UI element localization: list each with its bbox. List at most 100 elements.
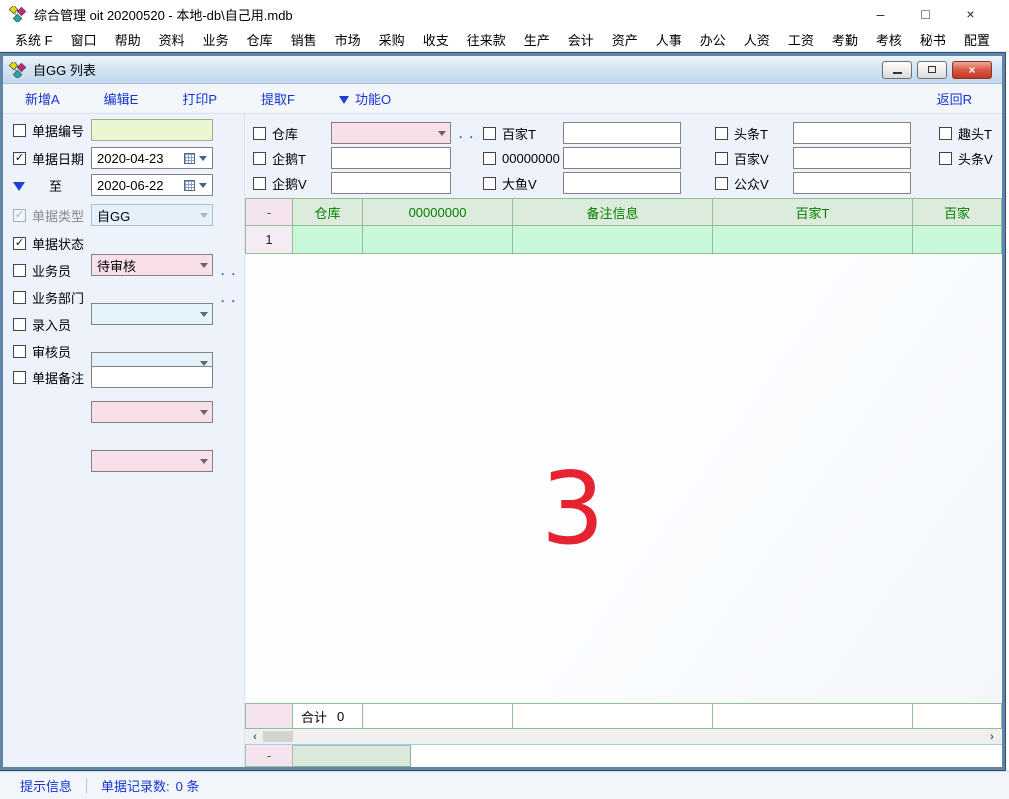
grid-header-remark[interactable]: 备注信息 <box>513 198 713 226</box>
secondary-grid-cell[interactable] <box>293 745 411 767</box>
qie-v-checkbox[interactable] <box>253 177 266 190</box>
calendar-icon[interactable] <box>184 153 195 164</box>
doc-number-checkbox[interactable] <box>13 124 26 137</box>
menu-item-assessment[interactable]: 考核 <box>867 27 911 52</box>
child-close-button[interactable]: × <box>952 61 992 79</box>
minimize-button[interactable]: – <box>858 6 903 22</box>
zeros-input[interactable] <box>563 147 681 169</box>
menu-item-sales[interactable]: 销售 <box>282 27 326 52</box>
grid-cell[interactable] <box>913 226 1002 254</box>
menu-item-attendance[interactable]: 考勤 <box>823 27 867 52</box>
menu-item-system[interactable]: 系统 F <box>6 27 62 52</box>
scroll-right-arrow[interactable]: › <box>984 729 1000 744</box>
menu-item-assets[interactable]: 资产 <box>603 27 647 52</box>
menu-item-warehouse[interactable]: 仓库 <box>238 27 282 52</box>
entry-clerk-combo[interactable] <box>91 401 213 423</box>
grid-header-warehouse[interactable]: 仓库 <box>293 198 363 226</box>
menu-item-market[interactable]: 市场 <box>326 27 370 52</box>
warehouse-lookup-button[interactable]: . . <box>459 127 475 141</box>
menu-item-accounts[interactable]: 往来款 <box>458 27 515 52</box>
qie-t-input[interactable] <box>331 147 451 169</box>
close-button[interactable]: × <box>948 6 993 22</box>
extract-button[interactable]: 提取F <box>261 89 295 108</box>
toutiao-v-checkbox[interactable] <box>939 152 952 165</box>
baijia-v-checkbox[interactable] <box>715 152 728 165</box>
baijia-t-input[interactable] <box>563 122 681 144</box>
child-minimize-button[interactable] <box>882 61 912 79</box>
auditor-checkbox[interactable] <box>13 345 26 358</box>
grid-row-number[interactable]: 1 <box>245 226 293 254</box>
menu-item-secretary[interactable]: 秘书 <box>911 27 955 52</box>
grid-header-zeros[interactable]: 00000000 <box>363 198 513 226</box>
doc-status-checkbox[interactable] <box>13 237 26 250</box>
grid-row[interactable]: 1 <box>245 226 1002 254</box>
grid-header-baijia-t[interactable]: 百家T <box>713 198 913 226</box>
grid-cell[interactable] <box>713 226 913 254</box>
menu-item-help[interactable]: 帮助 <box>106 27 150 52</box>
baijia-t-checkbox[interactable] <box>483 127 496 140</box>
menu-item-business[interactable]: 业务 <box>194 27 238 52</box>
entry-clerk-checkbox[interactable] <box>13 318 26 331</box>
footer-cell <box>363 703 513 729</box>
edit-button[interactable]: 编辑E <box>104 89 139 108</box>
dayu-v-input[interactable] <box>563 172 681 194</box>
doc-status-combo[interactable]: 待审核 <box>91 254 213 276</box>
qie-t-checkbox[interactable] <box>253 152 266 165</box>
function-menu-button[interactable]: 功能O <box>339 88 391 109</box>
menu-item-data[interactable]: 资料 <box>150 27 194 52</box>
scroll-left-arrow[interactable]: ‹ <box>247 729 263 744</box>
doc-date-to-input[interactable]: 2020-06-22 <box>91 174 213 196</box>
menu-item-hr2[interactable]: 人资 <box>735 27 779 52</box>
qutou-t-checkbox[interactable] <box>939 127 952 140</box>
menu-item-window[interactable]: 窗口 <box>62 27 106 52</box>
grid-cell[interactable] <box>293 226 363 254</box>
doc-date-checkbox[interactable] <box>13 152 26 165</box>
menu-item-hr[interactable]: 人事 <box>647 27 691 52</box>
gongzhong-v-input[interactable] <box>793 172 911 194</box>
menu-item-office[interactable]: 办公 <box>691 27 735 52</box>
dayu-v-checkbox[interactable] <box>483 177 496 190</box>
dropdown-arrow-icon[interactable] <box>199 183 207 192</box>
new-button[interactable]: 新增A <box>25 89 60 108</box>
department-lookup-button[interactable]: . . <box>221 291 237 305</box>
back-button[interactable]: 返回R <box>937 89 972 108</box>
grid-cell[interactable] <box>363 226 513 254</box>
menu-item-salary[interactable]: 工资 <box>779 27 823 52</box>
menu-item-config[interactable]: 配置 <box>955 27 999 52</box>
zeros-checkbox[interactable] <box>483 152 496 165</box>
warehouse-combo[interactable] <box>331 122 451 144</box>
dropdown-arrow-icon[interactable] <box>199 156 207 165</box>
toutiao-t-input[interactable] <box>793 122 911 144</box>
salesman-lookup-button[interactable]: . . <box>221 264 237 278</box>
menu-item-accounting[interactable]: 会计 <box>559 27 603 52</box>
warehouse-checkbox[interactable] <box>253 127 266 140</box>
doc-remark-input[interactable] <box>91 366 213 388</box>
baijia-v-input[interactable] <box>793 147 911 169</box>
horizontal-scrollbar[interactable]: ‹ › <box>245 729 1002 745</box>
department-checkbox[interactable] <box>13 291 26 304</box>
maximize-button[interactable]: □ <box>903 6 948 22</box>
child-restore-button[interactable] <box>917 61 947 79</box>
menu-item-payments[interactable]: 收支 <box>414 27 458 52</box>
grid-header-selector[interactable]: - <box>245 198 293 226</box>
secondary-grid-corner[interactable]: - <box>245 745 293 767</box>
calendar-icon[interactable] <box>184 180 195 191</box>
gongzhong-v-checkbox[interactable] <box>715 177 728 190</box>
salesman-combo[interactable] <box>91 303 213 325</box>
menu-item-purchase[interactable]: 采购 <box>370 27 414 52</box>
menu-item-production[interactable]: 生产 <box>515 27 559 52</box>
qie-v-input[interactable] <box>331 172 451 194</box>
print-button[interactable]: 打印P <box>182 89 217 108</box>
salesman-checkbox[interactable] <box>13 264 26 277</box>
doc-date-from-input[interactable]: 2020-04-23 <box>91 147 213 169</box>
grid-cell[interactable] <box>513 226 713 254</box>
toutiao-t-checkbox[interactable] <box>715 127 728 140</box>
grid-header-baijia[interactable]: 百家 <box>913 198 1002 226</box>
auditor-combo[interactable] <box>91 450 213 472</box>
doc-number-input[interactable] <box>91 119 213 141</box>
scrollbar-thumb[interactable] <box>263 731 293 742</box>
record-count-label: 单据记录数: <box>101 776 170 795</box>
total-label: 合计 <box>301 707 327 726</box>
zeros-label: 00000000 <box>502 151 560 166</box>
doc-remark-checkbox[interactable] <box>13 371 26 384</box>
